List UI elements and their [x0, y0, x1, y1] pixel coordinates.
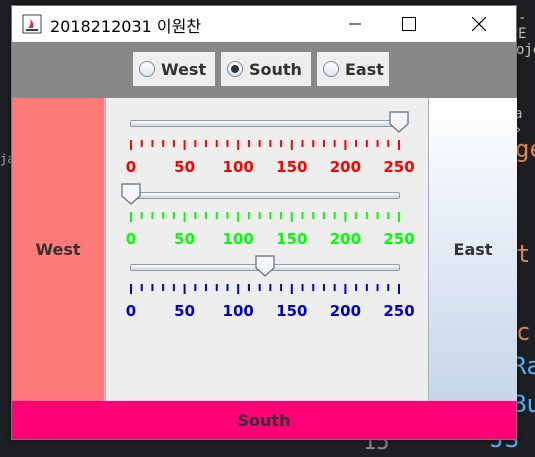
- ide-fragment-5: t: [516, 240, 531, 268]
- radio-east-indicator[interactable]: [323, 61, 339, 77]
- minimize-button[interactable]: [332, 6, 378, 41]
- radio-west-label: West: [161, 59, 207, 79]
- north-panel: West South East: [12, 42, 516, 98]
- ide-fragment-4: ge: [515, 135, 535, 163]
- minimize-icon: [349, 23, 361, 24]
- slider-tick-label: 0: [125, 302, 137, 320]
- south-panel: South: [12, 401, 516, 439]
- slider-track[interactable]: [130, 192, 400, 199]
- slider-tick-label: 0: [125, 158, 137, 176]
- title-bar[interactable]: 2018212031 이원찬: [12, 6, 516, 41]
- west-panel-label: West: [35, 240, 81, 259]
- radio-west-indicator[interactable]: [139, 61, 155, 77]
- close-button[interactable]: [456, 6, 502, 41]
- slider-track[interactable]: [130, 120, 400, 127]
- radio-east-label: East: [345, 59, 384, 79]
- slider-tick-label: 250: [383, 230, 415, 248]
- slider-tick-label: 200: [329, 302, 362, 320]
- radio-south-label: South: [249, 59, 302, 79]
- blue-slider[interactable]: 0 50 100 150 200 250: [106, 250, 428, 322]
- slider-tick-label: 100: [222, 230, 254, 248]
- radio-south-indicator[interactable]: [227, 61, 243, 77]
- slider-tick-label: 50: [174, 230, 196, 248]
- slider-tick-label: 50: [174, 302, 196, 320]
- slider-tick-label: 200: [329, 230, 362, 248]
- slider-thumb[interactable]: [389, 111, 409, 133]
- slider-tick-label: 100: [222, 302, 254, 320]
- slider-tick-label: 150: [276, 158, 308, 176]
- application-window: 2018212031 이원찬 West South East West 0 50 1…: [11, 5, 517, 440]
- slider-tick-label: 200: [329, 158, 362, 176]
- ide-fragment-6: c: [516, 318, 531, 346]
- ide-fragment-3: a ›: [514, 106, 523, 138]
- south-panel-label: South: [237, 410, 291, 430]
- ide-fragment-2: oje: [516, 42, 535, 58]
- center-panel: 0 50 100 150 200 250 0 50 100 150 200 250 0 50 100 15…: [106, 98, 428, 401]
- close-icon: [472, 16, 486, 31]
- slider-ticks: [130, 284, 400, 294]
- slider-tick-label: 150: [276, 302, 308, 320]
- radio-west[interactable]: West: [133, 52, 215, 86]
- radio-east[interactable]: East: [317, 52, 389, 86]
- slider-thumb[interactable]: [121, 183, 141, 205]
- slider-tick-label: 100: [222, 158, 254, 176]
- slider-tick-label: 150: [276, 230, 308, 248]
- radio-south[interactable]: South: [221, 52, 311, 86]
- east-panel: East: [428, 98, 517, 401]
- slider-ticks: [130, 140, 400, 150]
- slider-tick-label: 50: [174, 158, 196, 176]
- slider-tick-label: 250: [383, 158, 415, 176]
- slider-tick-label: 250: [383, 302, 415, 320]
- maximize-icon: [402, 16, 416, 31]
- ide-fragment-1: - E: [518, 10, 527, 42]
- slider-thumb[interactable]: [255, 255, 275, 277]
- red-slider[interactable]: 0 50 100 150 200 250: [106, 106, 428, 178]
- java-app-icon: [22, 14, 42, 34]
- window-title: 2018212031 이원찬: [50, 17, 202, 36]
- west-panel: West: [12, 98, 106, 401]
- green-slider[interactable]: 0 50 100 150 200 250: [106, 178, 428, 250]
- maximize-button[interactable]: [386, 6, 432, 41]
- east-panel-label: East: [453, 240, 493, 259]
- slider-ticks: [130, 212, 400, 222]
- slider-tick-label: 0: [125, 230, 137, 248]
